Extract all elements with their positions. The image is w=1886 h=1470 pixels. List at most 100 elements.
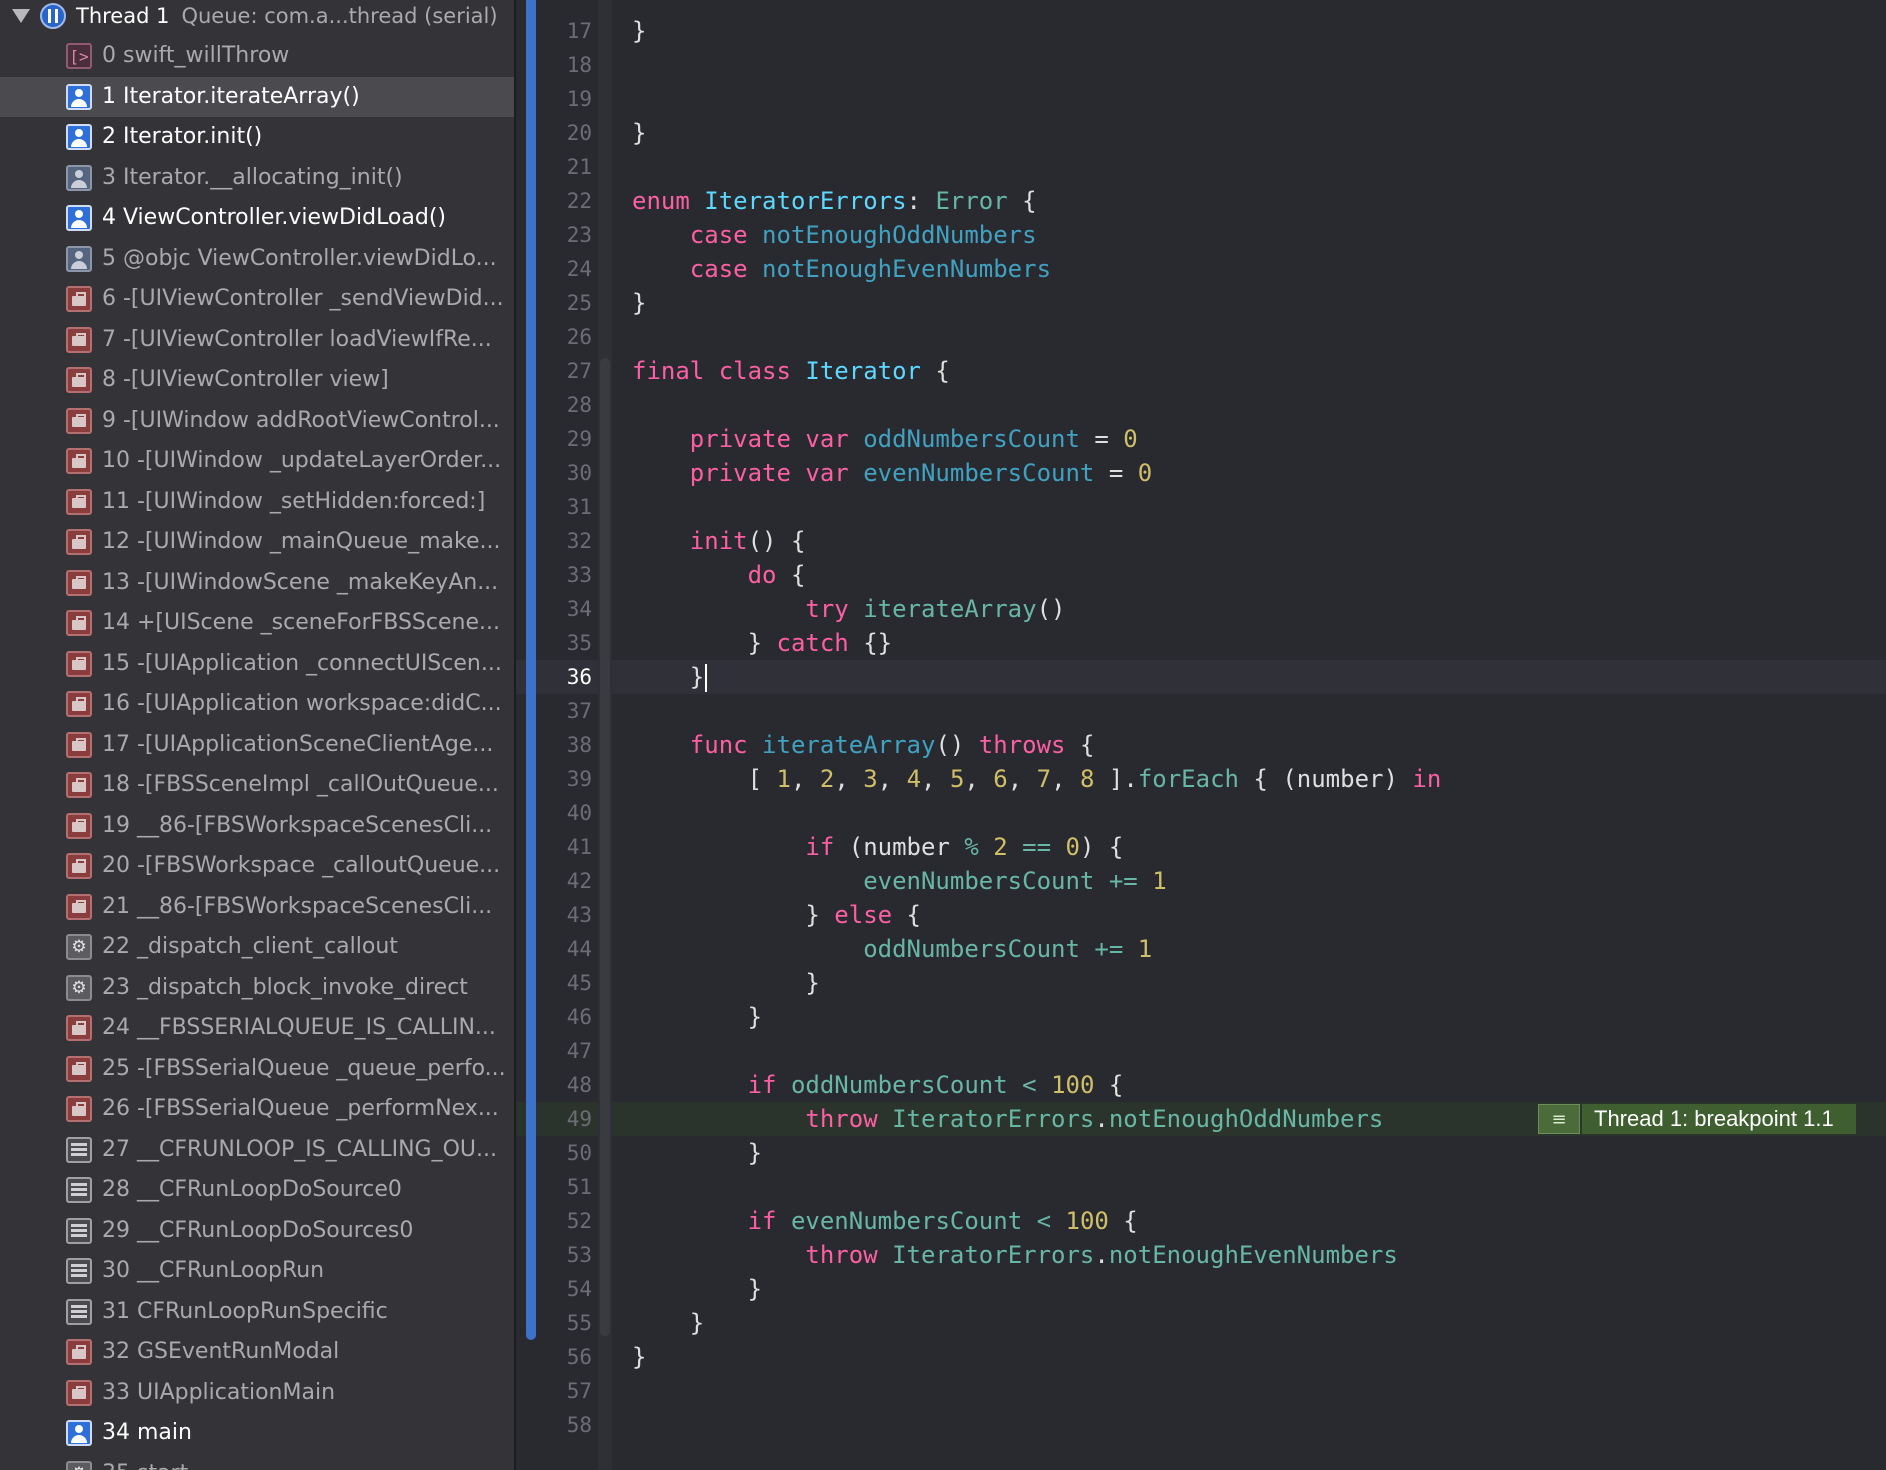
fold-segment[interactable] [600, 1208, 610, 1302]
stack-frame-row[interactable]: 9 -[UIWindow addRootViewControl... [0, 401, 514, 441]
line-number[interactable]: 34 [540, 592, 592, 626]
line-number[interactable]: 56 [540, 1340, 592, 1374]
stack-frame-row[interactable]: ⚙ 23 _dispatch_block_invoke_direct [0, 968, 514, 1008]
stack-frame-row[interactable]: 17 -[UIApplicationSceneClientAge... [0, 725, 514, 765]
code-line[interactable]: throw IteratorErrors.notEnoughEvenNumber… [632, 1238, 1397, 1272]
stack-frame-row[interactable]: 6 -[UIViewController _sendViewDid... [0, 279, 514, 319]
code-line[interactable]: } [632, 660, 708, 694]
line-number[interactable]: 25 [540, 286, 592, 320]
line-number[interactable]: 38 [540, 728, 592, 762]
breakpoint-menu-icon[interactable]: ≡ [1538, 1104, 1580, 1134]
code-line[interactable]: } else { [632, 898, 921, 932]
stack-frame-row[interactable]: 12 -[UIWindow _mainQueue_make... [0, 522, 514, 562]
code-line[interactable]: } [632, 1272, 762, 1306]
code-line[interactable]: private var oddNumbersCount = 0 [632, 422, 1138, 456]
stack-frame-row[interactable]: 15 -[UIApplication _connectUIScen... [0, 644, 514, 684]
line-number[interactable]: 17 [540, 14, 592, 48]
line-number[interactable]: 18 [540, 48, 592, 82]
code-line[interactable]: [ 1, 2, 3, 4, 5, 6, 7, 8 ].forEach { (nu… [632, 762, 1442, 796]
line-number[interactable]: 44 [540, 932, 592, 966]
stack-frame-row[interactable]: 20 -[FBSWorkspace _calloutQueue... [0, 846, 514, 886]
stack-frame-row[interactable]: 33 UIApplicationMain [0, 1373, 514, 1413]
code-line[interactable]: final class Iterator { [632, 354, 950, 388]
stack-frame-row[interactable]: 19 __86-[FBSWorkspaceScenesCli... [0, 806, 514, 846]
stack-frame-row[interactable]: 26 -[FBSSerialQueue _performNex... [0, 1089, 514, 1129]
stack-frame-row[interactable]: 24 __FBSSERIALQUEUE_IS_CALLIN... [0, 1008, 514, 1048]
line-number[interactable]: 49 [540, 1102, 592, 1136]
stack-frame-row[interactable]: 29 __CFRunLoopDoSources0 [0, 1211, 514, 1251]
stack-frame-row[interactable]: ⚙ 22 _dispatch_client_callout [0, 927, 514, 967]
code-line[interactable]: init() { [632, 524, 806, 558]
stack-frame-row[interactable]: 3 Iterator.__allocating_init() [0, 158, 514, 198]
code-line[interactable]: case notEnoughOddNumbers [632, 218, 1037, 252]
stack-frame-row[interactable]: 11 -[UIWindow _setHidden:forced:] [0, 482, 514, 522]
line-number[interactable]: 37 [540, 694, 592, 728]
stack-frame-row[interactable]: 30 __CFRunLoopRun [0, 1251, 514, 1291]
line-number[interactable]: 55 [540, 1306, 592, 1340]
line-number[interactable]: 48 [540, 1068, 592, 1102]
disclosure-triangle-icon[interactable] [12, 9, 30, 23]
code-line[interactable]: } catch {} [632, 626, 893, 660]
stack-frame-row[interactable]: 10 -[UIWindow _updateLayerOrder... [0, 441, 514, 481]
stack-frame-row[interactable]: 18 -[FBSSceneImpl _callOutQueue... [0, 765, 514, 805]
fold-segment[interactable] [600, 834, 610, 996]
line-number[interactable]: 52 [540, 1204, 592, 1238]
line-number[interactable]: 33 [540, 558, 592, 592]
line-number[interactable]: 46 [540, 1000, 592, 1034]
stack-frame-row[interactable]: 8 -[UIViewController view] [0, 360, 514, 400]
breakpoint-annotation[interactable]: ≡ Thread 1: breakpoint 1.1 [1538, 1104, 1856, 1134]
line-number[interactable]: 36 [540, 660, 592, 694]
code-line[interactable]: } [632, 1340, 646, 1374]
code-line[interactable]: } [632, 966, 819, 1000]
line-number[interactable]: 41 [540, 830, 592, 864]
line-number[interactable]: 31 [540, 490, 592, 524]
line-number[interactable]: 40 [540, 796, 592, 830]
stack-frame-row[interactable]: 4 ViewController.viewDidLoad() [0, 198, 514, 238]
stack-frame-row[interactable]: 14 +[UIScene _sceneForFBSScene... [0, 603, 514, 643]
fold-segment[interactable] [600, 1072, 610, 1166]
stack-frame-row[interactable]: 16 -[UIApplication workspace:didC... [0, 684, 514, 724]
code-line[interactable]: do { [632, 558, 806, 592]
line-number[interactable]: 54 [540, 1272, 592, 1306]
line-number[interactable]: 21 [540, 150, 592, 184]
code-line[interactable]: throw IteratorErrors.notEnoughOddNumbers [632, 1102, 1383, 1136]
code-line[interactable]: if (number % 2 == 0) { [632, 830, 1123, 864]
code-line[interactable]: } [632, 1000, 762, 1034]
line-number[interactable]: 39 [540, 762, 592, 796]
line-number[interactable]: 43 [540, 898, 592, 932]
stack-frame-row[interactable]: 2 Iterator.init() [0, 117, 514, 157]
thread-row[interactable]: Thread 1 Queue: com.a...thread (serial) [0, 0, 514, 32]
stack-frame-row[interactable]: 28 __CFRunLoopDoSource0 [0, 1170, 514, 1210]
line-number[interactable]: 22 [540, 184, 592, 218]
stack-frame-row[interactable]: 25 -[FBSSerialQueue _queue_perfo... [0, 1049, 514, 1089]
code-line[interactable]: } [632, 116, 646, 150]
line-number[interactable]: 30 [540, 456, 592, 490]
stack-frame-row[interactable]: 5 @objc ViewController.viewDidLo... [0, 239, 514, 279]
line-number[interactable]: 19 [540, 82, 592, 116]
code-line[interactable]: private var evenNumbersCount = 0 [632, 456, 1152, 490]
code-line[interactable]: if evenNumbersCount < 100 { [632, 1204, 1138, 1238]
code-line[interactable]: } [632, 1136, 762, 1170]
line-number[interactable]: 24 [540, 252, 592, 286]
code-line[interactable]: } [632, 1306, 704, 1340]
stack-frame-row[interactable]: 1 Iterator.iterateArray() [0, 76, 514, 117]
code-line[interactable]: } [632, 14, 646, 48]
line-number[interactable]: 45 [540, 966, 592, 1000]
stack-frame-row[interactable]: 13 -[UIWindowScene _makeKeyAn... [0, 563, 514, 603]
stack-frame-row[interactable]: 27 __CFRUNLOOP_IS_CALLING_OU... [0, 1130, 514, 1170]
fold-segment[interactable] [600, 528, 610, 690]
stack-frame-row[interactable]: ⚙ 35 start [0, 1454, 514, 1470]
code-line[interactable]: func iterateArray() throws { [632, 728, 1095, 762]
stack-frame-row[interactable]: [> 0 swift_willThrow [0, 36, 514, 76]
code-line[interactable]: oddNumbersCount += 1 [632, 932, 1152, 966]
line-number[interactable]: 51 [540, 1170, 592, 1204]
line-number[interactable]: 47 [540, 1034, 592, 1068]
stack-frame-row[interactable]: 34 main [0, 1413, 514, 1453]
line-number[interactable]: 50 [540, 1136, 592, 1170]
line-number[interactable]: 20 [540, 116, 592, 150]
stack-frame-row[interactable]: 32 GSEventRunModal [0, 1332, 514, 1372]
stack-frame-row[interactable]: 31 CFRunLoopRunSpecific [0, 1292, 514, 1332]
breakpoint-gutter-stripe[interactable] [526, 0, 536, 1340]
line-number[interactable]: 58 [540, 1408, 592, 1442]
line-number[interactable]: 57 [540, 1374, 592, 1408]
